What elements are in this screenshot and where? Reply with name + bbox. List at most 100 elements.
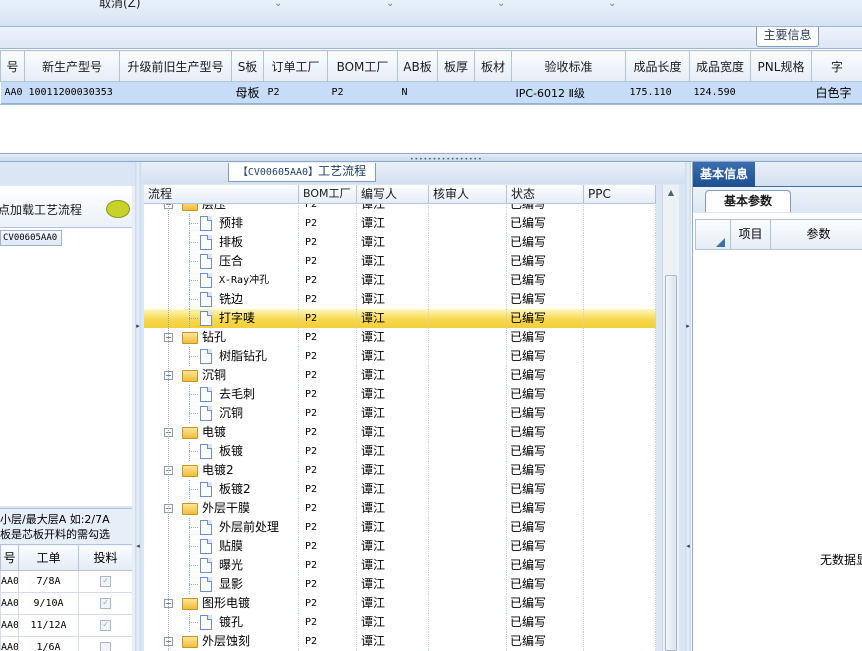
tab-basic-params[interactable]: 基本参数 [705, 190, 791, 212]
bom-factory: P2 [305, 484, 318, 495]
column-header[interactable]: 工单 [18, 544, 79, 571]
bom-factory: P2 [305, 332, 318, 343]
table-row[interactable]: AA0 11/12A ✓ [0, 614, 133, 637]
step-name: 预排 [219, 216, 244, 230]
column-header-item[interactable]: 项目 [730, 220, 770, 249]
column-header[interactable]: PPC [584, 185, 656, 204]
status: 已编写 [510, 292, 547, 306]
column-header[interactable]: 编写人 [357, 185, 429, 204]
step-name: 贴膜 [219, 539, 244, 553]
table-row[interactable]: AA0 1/6A [0, 636, 133, 651]
column-header[interactable]: 验收标准 [511, 50, 626, 82]
tree-line [189, 318, 198, 319]
vertical-scrollbar[interactable]: ▲ [662, 185, 679, 651]
tree-line [189, 451, 198, 452]
author: 谭江 [361, 216, 386, 230]
tree-row[interactable]: 外层前处理 P2 谭江 已编写 [144, 518, 656, 537]
tree-row[interactable]: − 图形电镀 P2 谭江 已编写 [144, 594, 656, 613]
feed-checkbox[interactable] [100, 641, 111, 651]
list-item[interactable]: CV00605AA0 [0, 230, 62, 246]
tree-row[interactable]: − 沉铜 P2 谭江 已编写 [144, 366, 656, 385]
bom-factory: P2 [305, 427, 318, 438]
feed-checkbox[interactable]: ✓ [100, 619, 111, 631]
tab-main-info[interactable]: 主要信息 [756, 27, 819, 47]
column-header[interactable]: 投料 [78, 544, 133, 571]
table-cell: AA0 [0, 636, 19, 651]
column-header[interactable]: S板 [231, 50, 264, 82]
column-header[interactable]: 号 [0, 544, 19, 571]
tree-row[interactable]: 压合 P2 谭江 已编写 [144, 252, 656, 271]
tree-row[interactable]: 排板 P2 谭江 已编写 [144, 233, 656, 252]
tree-row[interactable]: 曝光 P2 谭江 已编写 [144, 556, 656, 575]
status: 已编写 [510, 311, 547, 325]
tree-row[interactable]: − 电镀2 P2 谭江 已编写 [144, 461, 656, 480]
tab-basic-info[interactable]: 基本信息 [693, 162, 755, 187]
column-header[interactable]: 成品长度 [625, 50, 690, 82]
column-header[interactable]: 板厚 [437, 50, 475, 82]
feed-checkbox[interactable]: ✓ [100, 597, 111, 609]
tree-line [189, 242, 198, 243]
toolbar-separator: ⌄ [386, 0, 395, 9]
table-row[interactable]: AA0 7/8A ✓ [0, 570, 133, 593]
table-row[interactable]: AA0 9/10A ✓ [0, 592, 133, 615]
note-line: 小层/最大层A 如:2/7A [0, 513, 110, 526]
tree-row[interactable]: − 外层干膜 P2 谭江 已编写 [144, 499, 656, 518]
column-header[interactable]: BOM工厂 [327, 50, 398, 82]
tree-row[interactable]: − 钻孔 P2 谭江 已编写 [144, 328, 656, 347]
table-row[interactable]: AA0 10011200030353 母板 P2 P2 N IPC-6012 Ⅱ级 175.1… [0, 81, 862, 104]
collapse-arrow-icon[interactable]: ◂ [685, 542, 691, 550]
folder-icon [182, 332, 198, 344]
document-icon [200, 254, 212, 269]
layer-note: 小层/最大层A 如:2/7A 板是芯板开料的需勾选 [0, 508, 132, 544]
tree-row[interactable]: − 外层蚀刻 P2 谭江 已编写 [144, 632, 656, 651]
column-header[interactable]: 订单工厂 [263, 50, 328, 82]
table-cell: AA0 [0, 614, 19, 637]
scroll-up-icon[interactable]: ▲ [663, 185, 679, 201]
author: 谭江 [361, 463, 386, 477]
tree-row[interactable]: 铣边 P2 谭江 已编写 [144, 290, 656, 309]
tree-cell [429, 575, 507, 594]
tree-cell [584, 556, 656, 575]
column-header[interactable]: 核审人 [429, 185, 507, 204]
table-cell: 11/12A [18, 614, 79, 637]
tree-row[interactable]: 板镀2 P2 谭江 已编写 [144, 480, 656, 499]
horizontal-splitter[interactable]: •••••••••••••••• [0, 153, 862, 163]
cancel-button[interactable]: 取消(Z) [99, 0, 141, 11]
tree-row[interactable]: 去毛刺 P2 谭江 已编写 [144, 385, 656, 404]
tree-row[interactable]: − 电镀 P2 谭江 已编写 [144, 423, 656, 442]
scroll-thumb[interactable] [665, 275, 677, 651]
column-header[interactable]: 号 [0, 50, 25, 82]
tree-row[interactable]: 树脂钻孔 P2 谭江 已编写 [144, 347, 656, 366]
column-header[interactable]: BOM工厂 [299, 185, 357, 204]
column-header[interactable]: 成品宽度 [689, 50, 751, 82]
tree-row[interactable]: X-Ray冲孔 P2 谭江 已编写 [144, 271, 656, 290]
feed-checkbox[interactable]: ✓ [100, 575, 111, 587]
tree-row[interactable]: 显影 P2 谭江 已编写 [144, 575, 656, 594]
tree-row[interactable]: 打字唛 P2 谭江 已编写 [144, 309, 656, 328]
column-header[interactable]: 新生产型号 [24, 50, 120, 82]
column-header[interactable]: 字 [811, 50, 862, 82]
tree-row[interactable]: 预排 P2 谭江 已编写 [144, 214, 656, 233]
column-header-param[interactable]: 参数 [770, 220, 862, 249]
chat-bubble-icon[interactable] [106, 200, 130, 218]
tree-line [189, 299, 198, 300]
column-header[interactable]: AB板 [397, 50, 438, 82]
column-header[interactable]: PNL规格 [750, 50, 812, 82]
tree-cell [429, 594, 507, 613]
bom-factory: P2 [305, 351, 318, 362]
column-header[interactable]: 板材 [474, 50, 512, 82]
column-header[interactable]: 升级前旧生产型号 [119, 50, 232, 82]
vertical-splitter[interactable]: ▸ ◂ [685, 162, 691, 651]
table-cell: AA0 [0, 81, 25, 104]
collapse-arrow-icon[interactable]: ▸ [685, 322, 691, 330]
tree-line [189, 223, 198, 224]
tree-row[interactable]: 贴膜 P2 谭江 已编写 [144, 537, 656, 556]
tab-process-flow[interactable]: 【CV00605AA0】工艺流程 [228, 163, 376, 182]
process-panel-titlebar: 【CV00605AA0】工艺流程 [141, 162, 685, 184]
tree-row[interactable]: 镀孔 P2 谭江 已编写 [144, 613, 656, 632]
column-header[interactable]: 状态 [507, 185, 584, 204]
tree-row[interactable]: 沉铜 P2 谭江 已编写 [144, 404, 656, 423]
tree-row[interactable]: 板镀 P2 谭江 已编写 [144, 442, 656, 461]
column-header[interactable]: 流程 [144, 185, 299, 204]
status: 已编写 [510, 235, 547, 249]
